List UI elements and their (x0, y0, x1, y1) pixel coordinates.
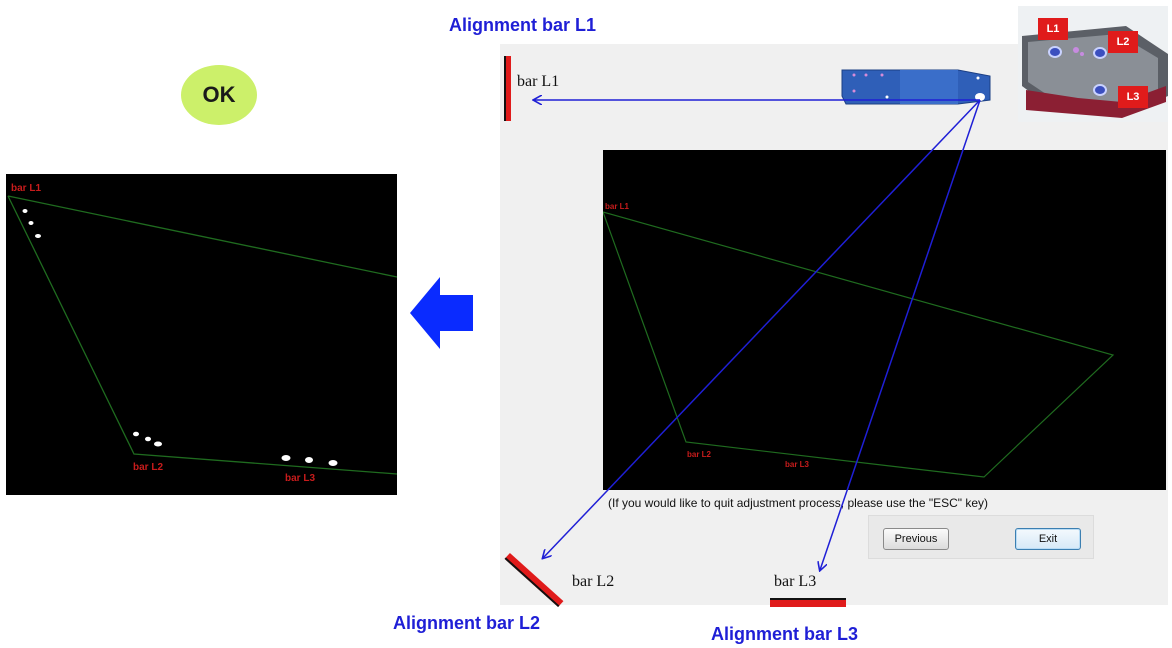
heading-alignment-bar-l3: Alignment bar L3 (711, 624, 859, 644)
heading-alignment-bar-l2: Alignment bar L2 (393, 613, 541, 633)
callout-arrows (0, 0, 981, 648)
callout-arrow-l2 (543, 99, 981, 558)
callout-arrow-l3 (820, 99, 981, 570)
